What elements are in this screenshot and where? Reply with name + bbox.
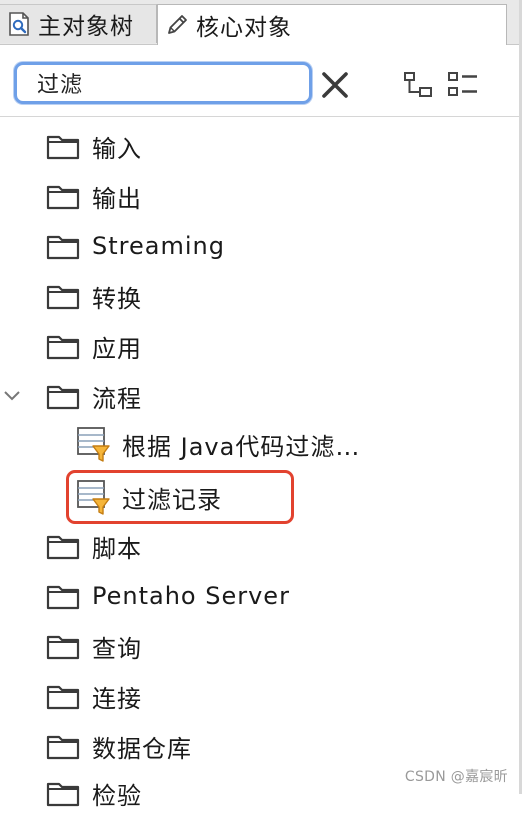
tree-folder-transform[interactable]: 转换	[46, 276, 142, 316]
tree-folder-streaming[interactable]: Streaming	[46, 226, 225, 266]
tree-folder-validation[interactable]: 检验	[46, 773, 142, 813]
folder-icon	[46, 535, 80, 560]
folder-icon	[46, 335, 80, 360]
chevron-down-icon[interactable]	[2, 385, 22, 405]
tree-folder-join[interactable]: 连接	[46, 676, 142, 716]
folder-icon	[46, 385, 80, 410]
close-icon[interactable]	[320, 70, 350, 100]
search-field[interactable]	[14, 62, 312, 104]
tree-folder-label: 查询	[92, 634, 142, 663]
tree-step-label: 根据 Java代码过滤…	[122, 432, 361, 461]
tab-label: 主对象树	[38, 14, 134, 40]
list-view-icon[interactable]	[446, 70, 480, 100]
tree-step-java-filter[interactable]: 根据 Java代码过滤…	[76, 424, 360, 464]
pencil-icon	[168, 15, 187, 34]
tree-folder-label: 转换	[92, 284, 142, 313]
folder-icon	[46, 585, 80, 610]
folder-icon	[46, 635, 80, 660]
tree-folder-label: 流程	[92, 384, 142, 413]
tree-folder-query[interactable]: 查询	[46, 626, 142, 666]
folder-icon	[46, 185, 80, 210]
tree-folder-label: Pentaho Server	[92, 582, 290, 610]
folder-icon	[46, 735, 80, 760]
tab-core-objects[interactable]: 核心对象	[157, 4, 507, 45]
tree-folder-label: 数据仓库	[92, 734, 192, 763]
tree-folder-pentaho-server[interactable]: Pentaho Server	[46, 576, 290, 616]
tree-folder-label: 应用	[92, 334, 142, 363]
tree-folder-label: 输入	[92, 134, 142, 163]
watermark: CSDN @嘉宸昕	[404, 769, 508, 785]
search-input[interactable]	[17, 65, 309, 101]
folder-icon	[46, 782, 80, 807]
tree-folder-label: Streaming	[92, 232, 225, 260]
tree-folder-output[interactable]: 输出	[46, 176, 142, 216]
tree-folder-label: 输出	[92, 184, 142, 213]
tree-folder-input[interactable]: 输入	[46, 126, 142, 166]
folder-icon	[46, 135, 80, 160]
highlight-annotation	[66, 470, 294, 524]
tree-folder-label: 脚本	[92, 534, 142, 563]
filter-step-icon	[77, 427, 110, 462]
tree-folder-application[interactable]: 应用	[46, 326, 142, 366]
tree-folder-flow[interactable]: 流程	[46, 376, 142, 416]
tree-folder-label: 检验	[92, 781, 142, 810]
tab-main-object-tree[interactable]: 主对象树	[0, 4, 157, 43]
divider	[0, 116, 519, 117]
tab-label: 核心对象	[196, 15, 292, 41]
folder-icon	[46, 685, 80, 710]
search-tree-icon	[9, 12, 29, 36]
tree-folder-data-warehouse[interactable]: 数据仓库	[46, 726, 192, 766]
folder-icon	[46, 235, 80, 260]
folder-icon	[46, 285, 80, 310]
tree-folder-label: 连接	[92, 684, 142, 713]
tree-view-icon[interactable]	[402, 70, 434, 100]
tab-bar: 主对象树 核心对象	[0, 0, 522, 45]
tree-folder-script[interactable]: 脚本	[46, 526, 142, 566]
